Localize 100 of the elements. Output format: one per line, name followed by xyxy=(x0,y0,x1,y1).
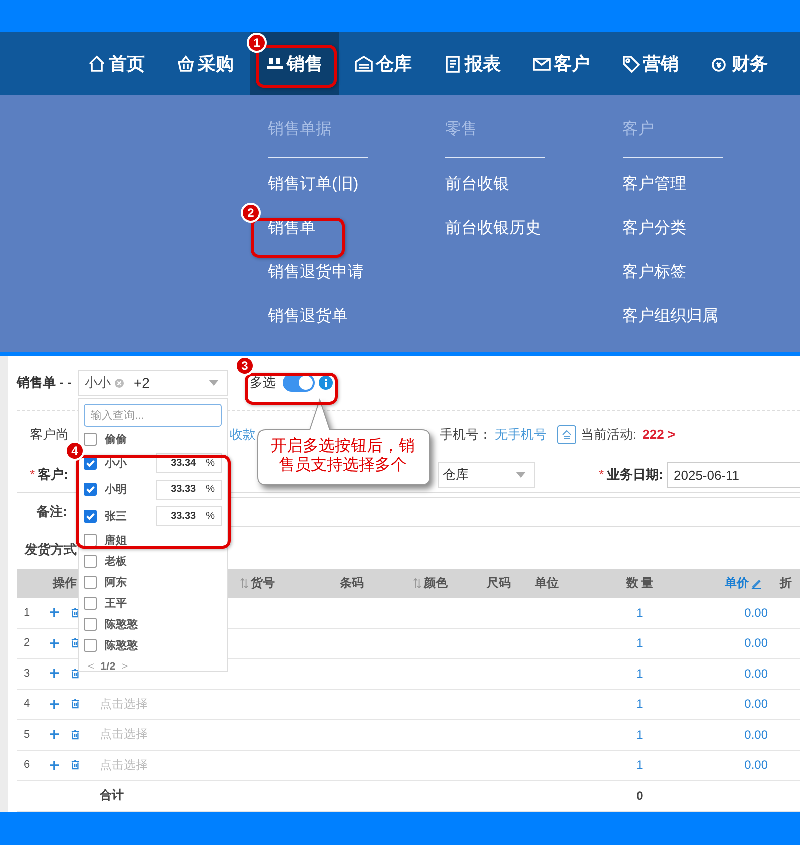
quantity-cell[interactable]: 1 xyxy=(636,666,644,681)
menu-item[interactable]: 前台收银 xyxy=(445,174,623,218)
checkbox[interactable] xyxy=(84,596,97,610)
nav-tab[interactable]: 仓库 xyxy=(339,32,428,95)
search-field[interactable]: 输入查询... xyxy=(84,404,222,427)
price-cell[interactable]: 0.00 xyxy=(744,728,768,742)
option-label[interactable]: 唐姐 xyxy=(105,532,127,548)
caret-icon xyxy=(516,472,526,478)
quantity-cell[interactable]: 1 xyxy=(636,758,644,772)
price-cell[interactable]: 0.00 xyxy=(744,666,768,681)
plus-icon[interactable] xyxy=(50,760,59,770)
price-cell[interactable]: 0.00 xyxy=(744,636,768,650)
date-field[interactable]: 2025-06-11 xyxy=(667,462,800,488)
price-cell[interactable]: 0.00 xyxy=(744,606,768,620)
member-icon[interactable] xyxy=(557,424,577,444)
callout-text: 开启多选按钮后，销售员支持选择多个 xyxy=(270,437,416,475)
nav-tab[interactable]: 报表 xyxy=(428,32,517,95)
row-number: 1 xyxy=(23,606,32,619)
share-field[interactable]: 33.34 % xyxy=(156,453,222,474)
trash-icon[interactable] xyxy=(71,730,80,740)
share-field[interactable]: 33.33 % xyxy=(156,480,222,500)
checkbox[interactable] xyxy=(84,433,97,446)
trash-icon[interactable] xyxy=(71,699,80,710)
menu-item[interactable]: 客户组织归属 xyxy=(622,306,800,350)
multi-select-label: 多选 xyxy=(250,374,276,392)
date-label: 业务日期: xyxy=(607,467,664,482)
salesperson-select[interactable]: 小小 +2 xyxy=(78,370,228,396)
sort-icon[interactable] xyxy=(240,578,249,589)
menu-item[interactable]: 客户标签 xyxy=(622,262,800,306)
option-label[interactable]: 小明 xyxy=(105,482,127,498)
selected-tag: 小小 xyxy=(85,374,111,392)
checkbox[interactable] xyxy=(84,483,97,496)
phone-value[interactable]: 无手机号 xyxy=(495,426,547,444)
option-label[interactable]: 王平 xyxy=(105,596,127,610)
menu-item[interactable]: 前台收银历史 xyxy=(445,218,623,262)
clipboard-icon xyxy=(444,54,462,72)
quantity-cell[interactable]: 1 xyxy=(636,697,644,712)
checkbox[interactable] xyxy=(84,534,97,546)
checkbox[interactable] xyxy=(84,618,97,630)
warehouse-select[interactable]: 仓库 xyxy=(438,462,535,488)
menu-item[interactable]: 客户分类 xyxy=(622,218,800,262)
menu-item[interactable]: 销售退货单 xyxy=(268,306,446,350)
nav-tab[interactable]: 财务 xyxy=(695,32,784,95)
nav-tab[interactable]: 客户 xyxy=(517,32,606,95)
nav-tab[interactable]: 首页 xyxy=(72,32,161,95)
option-label[interactable]: 张三 xyxy=(105,508,127,524)
checkbox[interactable] xyxy=(84,576,97,588)
column-header: 折 xyxy=(780,575,792,592)
menu-heading: 销售单据 xyxy=(268,120,333,140)
pencil-icon[interactable] xyxy=(751,578,762,589)
next-page-button[interactable]: > xyxy=(122,660,128,672)
menu-item[interactable]: 销售订单(旧) xyxy=(268,174,446,218)
prev-page-button[interactable]: < xyxy=(88,660,94,672)
activity-link[interactable]: 222 > xyxy=(642,427,676,442)
required-mark: * xyxy=(599,467,604,482)
trash-icon[interactable] xyxy=(71,668,80,679)
form-title: 销售单 - - xyxy=(17,374,73,392)
menu-item[interactable]: 客户管理 xyxy=(622,174,800,218)
option-label[interactable]: 陈憨憨 xyxy=(105,616,138,632)
option-label[interactable]: 老板 xyxy=(105,554,127,568)
checkbox[interactable] xyxy=(84,554,97,568)
nav-tab[interactable]: 营销 xyxy=(606,32,695,95)
trash-icon[interactable] xyxy=(71,608,80,618)
info-icon[interactable] xyxy=(319,376,333,390)
trash-icon[interactable] xyxy=(71,638,80,648)
menu-heading: 零售 xyxy=(445,120,478,140)
trash-icon[interactable] xyxy=(71,760,80,770)
sort-icon[interactable] xyxy=(413,578,422,589)
plus-icon[interactable] xyxy=(50,700,59,709)
share-field[interactable]: 33.33 % xyxy=(156,506,222,526)
home-icon xyxy=(88,54,106,72)
option-label[interactable]: 偷偷 xyxy=(105,432,127,447)
collect-link[interactable]: 收款 xyxy=(230,426,256,442)
checkbox[interactable] xyxy=(84,638,97,652)
activity-label: 当前活动: xyxy=(581,426,637,444)
tag-icon xyxy=(622,54,640,72)
menu-item[interactable]: 销售单 xyxy=(268,218,446,262)
more-count: +2 xyxy=(134,375,150,391)
plus-icon[interactable] xyxy=(50,608,59,618)
remove-icon[interactable] xyxy=(115,378,124,388)
column-header: 尺码 xyxy=(487,575,511,592)
quantity-cell[interactable]: 1 xyxy=(636,606,644,620)
price-cell[interactable]: 0.00 xyxy=(744,758,768,772)
checkbox[interactable] xyxy=(84,510,97,523)
phone-label: 手机号： xyxy=(440,426,492,444)
plus-icon[interactable] xyxy=(50,730,59,740)
quantity-cell[interactable]: 1 xyxy=(636,728,644,742)
option-label[interactable]: 陈憨憨 xyxy=(105,638,138,652)
column-header: 条码 xyxy=(340,575,364,592)
option-label[interactable]: 小小 xyxy=(105,456,127,471)
quantity-cell[interactable]: 1 xyxy=(636,636,644,650)
row-number: 6 xyxy=(23,759,32,772)
plus-icon[interactable] xyxy=(50,638,59,648)
price-cell[interactable]: 0.00 xyxy=(744,697,768,712)
option-label[interactable]: 阿东 xyxy=(105,574,127,590)
plus-icon[interactable] xyxy=(50,669,59,678)
menu-item[interactable]: 销售退货申请 xyxy=(268,262,446,306)
column-header: 数 量 xyxy=(626,575,654,592)
warehouse-icon xyxy=(355,54,373,72)
nav-tab[interactable]: 采购 xyxy=(161,32,250,95)
